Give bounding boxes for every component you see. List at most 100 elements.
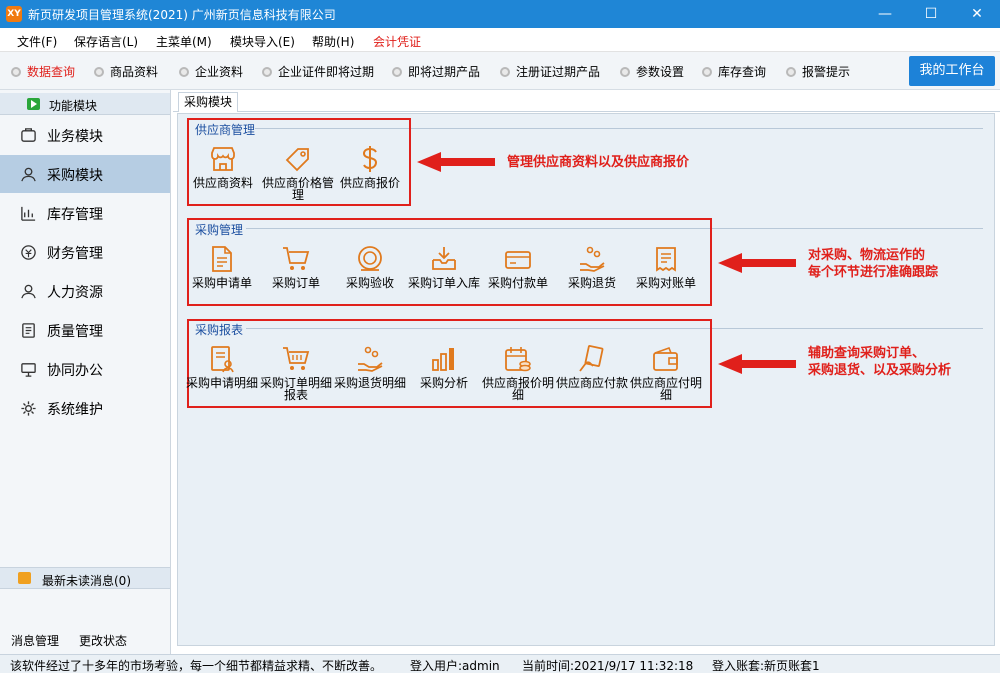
- tab-purchase-module[interactable]: 采购模块: [178, 92, 239, 112]
- sidebar-item-finance[interactable]: 财务管理: [0, 233, 170, 271]
- radio-dot-icon: [11, 67, 21, 77]
- module-purchase-inspection[interactable]: 采购验收: [330, 244, 410, 289]
- document-icon: [22, 323, 35, 338]
- gear-icon: [21, 401, 36, 416]
- calendar-coins-icon: [505, 347, 531, 372]
- sidebar-item-system[interactable]: 系统维护: [0, 389, 170, 427]
- toolbar-company-info[interactable]: 企业资料: [179, 65, 243, 79]
- sidebar-item-business[interactable]: 业务模块: [0, 116, 170, 154]
- module-purchase-payment[interactable]: 采购付款单: [478, 244, 558, 289]
- menu-help[interactable]: 帮助(H): [312, 33, 354, 50]
- annotation-arrow-icon: [718, 253, 796, 273]
- radio-dot-icon: [179, 67, 189, 77]
- store-icon: [211, 147, 235, 171]
- module-purchase-return[interactable]: 采购退货: [552, 244, 632, 289]
- status-message: 该软件经过了十多年的市场考验，每一个细节都精益求精、不断改善。: [10, 659, 383, 673]
- module-purchase-statement[interactable]: 采购对账单: [626, 244, 706, 289]
- module-quote-detail[interactable]: 供应商报价明细: [478, 344, 558, 401]
- bar-chart-icon: [432, 348, 454, 371]
- module-supplier-payable[interactable]: 供应商应付款: [552, 344, 632, 389]
- monitor-icon: [21, 363, 36, 377]
- inbox-download-icon: [432, 247, 456, 270]
- price-tag-icon: [285, 148, 309, 172]
- annotation-arrow-icon: [417, 152, 495, 172]
- menu-main[interactable]: 主菜单(M): [156, 33, 212, 50]
- status-account: 登入账套:新页账套1: [712, 659, 820, 673]
- window-title: 新页研发项目管理系统(2021) 广州新页信息科技有限公司: [28, 8, 336, 22]
- module-order-detail-report[interactable]: 采购订单明细报表: [256, 344, 336, 401]
- sidebar-item-office[interactable]: 协同办公: [0, 350, 170, 388]
- change-status-link[interactable]: 更改状态: [79, 632, 127, 649]
- radio-dot-icon: [392, 67, 402, 77]
- toolbar-settings[interactable]: 参数设置: [620, 65, 684, 79]
- sidebar: 功能模块 业务模块 采购模块 库存管理 财务管理 人力资源 质量管理 协同办公 …: [0, 90, 171, 654]
- hand-card-icon: [579, 345, 604, 372]
- sidebar-item-hr[interactable]: 人力资源: [0, 272, 170, 310]
- toolbar: 数据查询 商品资料 企业资料 企业证件即将过期 即将过期产品 注册证过期产品 参…: [0, 52, 1000, 90]
- radio-dot-icon: [620, 67, 630, 77]
- status-bar: 该软件经过了十多年的市场考验，每一个细节都精益求精、不断改善。 登入用户:adm…: [0, 654, 1000, 673]
- sidebar-item-purchase[interactable]: 采购模块: [0, 155, 170, 193]
- module-panel: 供应商管理 供应商资料 供应商价格管理 供应商报价 管理供应商资料以及供应商报价…: [177, 113, 995, 646]
- my-workbench-button[interactable]: 我的工作台: [909, 56, 995, 86]
- sidebar-item-inventory[interactable]: 库存管理: [0, 194, 170, 232]
- annotation-purchase: 对采购、物流运作的 每个环节进行准确跟踪: [808, 248, 939, 280]
- radio-dot-icon: [94, 67, 104, 77]
- title-bar: XY 新页研发项目管理系统(2021) 广州新页信息科技有限公司 — ☐ ✕: [0, 0, 1000, 28]
- toolbar-product-info[interactable]: 商品资料: [94, 65, 158, 79]
- menu-module-import[interactable]: 模块导入(E): [230, 33, 295, 50]
- menu-accounting-voucher[interactable]: 会计凭证: [373, 33, 421, 50]
- module-purchase-warehousing[interactable]: 采购订单入库: [404, 244, 484, 289]
- play-icon: [27, 98, 40, 110]
- menu-bar: 文件(F) 保存语言(L) 主菜单(M) 模块导入(E) 帮助(H) 会计凭证: [0, 28, 1000, 52]
- sidebar-item-quality[interactable]: 质量管理: [0, 311, 170, 349]
- dollar-icon: [362, 146, 378, 172]
- toolbar-registration-expired[interactable]: 注册证过期产品: [500, 65, 600, 79]
- cart-icon: [283, 247, 310, 270]
- sidebar-header: 功能模块: [0, 93, 170, 115]
- purchase-user-icon: [21, 167, 36, 182]
- unread-messages-bar[interactable]: 最新未读消息(0): [0, 567, 170, 589]
- module-purchase-request[interactable]: 采购申请单: [182, 244, 262, 289]
- minimize-button[interactable]: —: [862, 0, 908, 28]
- menu-file[interactable]: 文件(F): [17, 33, 57, 50]
- status-time: 当前时间:2021/9/17 11:32:18: [522, 659, 694, 673]
- module-payable-detail[interactable]: 供应商应付明细: [626, 344, 706, 401]
- wallet-icon: [505, 251, 531, 269]
- radio-dot-icon: [500, 67, 510, 77]
- app-logo-icon: XY: [6, 6, 22, 22]
- toolbar-cert-expiring[interactable]: 企业证件即将过期: [262, 65, 374, 79]
- form-user-icon: [211, 346, 234, 373]
- status-user: 登入用户:admin: [410, 659, 500, 673]
- close-button[interactable]: ✕: [954, 0, 1000, 28]
- wallet-icon: [653, 346, 678, 371]
- document-icon: [212, 246, 232, 272]
- hand-coins-icon: [580, 246, 605, 272]
- module-request-detail[interactable]: 采购申请明细: [182, 344, 262, 389]
- maximize-button[interactable]: ☐: [908, 0, 954, 28]
- receipt-icon: [656, 247, 676, 272]
- module-purchase-analysis[interactable]: 采购分析: [404, 344, 484, 389]
- radio-dot-icon: [262, 67, 272, 77]
- module-supplier-info[interactable]: 供应商资料: [183, 144, 263, 189]
- menu-language[interactable]: 保存语言(L): [74, 33, 138, 50]
- business-icon: [21, 128, 36, 142]
- hand-coins-icon: [358, 346, 383, 372]
- module-purchase-order[interactable]: 采购订单: [256, 244, 336, 289]
- toolbar-alarm[interactable]: 报警提示: [786, 65, 850, 79]
- toolbar-inventory-query[interactable]: 库存查询: [702, 65, 766, 79]
- speaker-icon: [18, 572, 31, 584]
- person-icon: [21, 284, 36, 299]
- toolbar-data-query[interactable]: 数据查询: [11, 65, 75, 79]
- module-return-detail[interactable]: 采购退货明细: [330, 344, 410, 389]
- annotation-supplier: 管理供应商资料以及供应商报价: [507, 155, 690, 170]
- module-supplier-quote[interactable]: 供应商报价: [330, 144, 410, 189]
- cart-icon: [283, 347, 310, 370]
- radio-dot-icon: [786, 67, 796, 77]
- inventory-chart-icon: [21, 206, 36, 221]
- module-supplier-price[interactable]: 供应商价格管理: [258, 144, 338, 201]
- coin-check-icon: [358, 246, 382, 271]
- tab-bar: 采购模块: [173, 90, 1000, 112]
- toolbar-products-expiring[interactable]: 即将过期产品: [392, 65, 480, 79]
- message-management-link[interactable]: 消息管理: [11, 632, 59, 649]
